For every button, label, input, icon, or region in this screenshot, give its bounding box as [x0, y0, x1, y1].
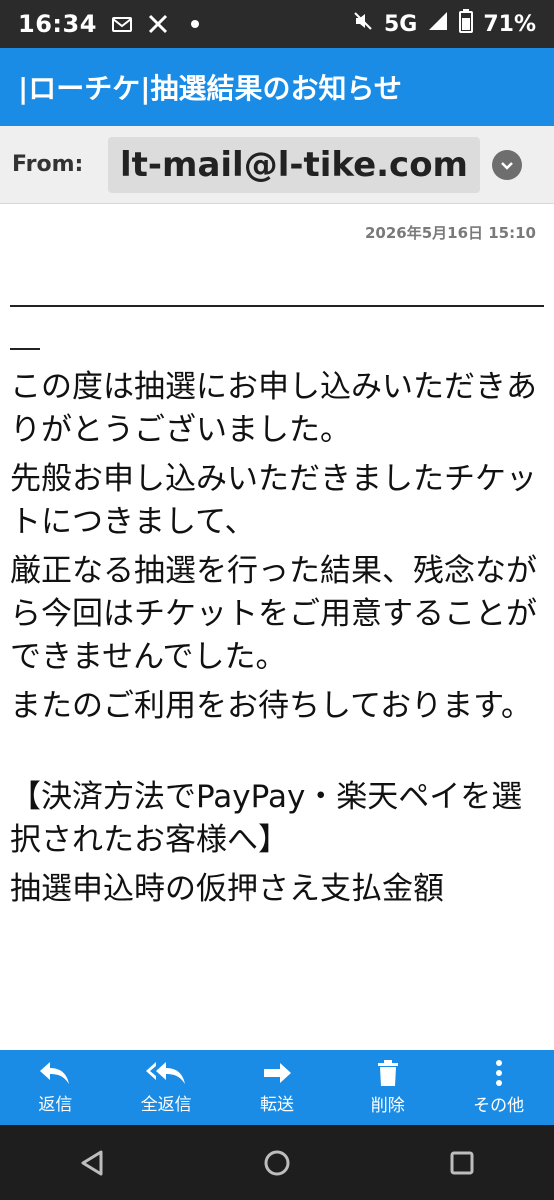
reply-all-button[interactable]: 全返信 [116, 1050, 216, 1125]
system-nav-bar [0, 1125, 554, 1200]
from-label: From: [12, 152, 84, 177]
sender-address[interactable]: lt-mail@l-tike.com [108, 136, 480, 193]
network-label: 5G [383, 11, 418, 37]
mail-subject: |ローチケ|抽選結果のお知らせ [18, 72, 402, 105]
back-triangle-icon [81, 1150, 103, 1175]
divider [10, 317, 544, 360]
mail-notification-icon [111, 13, 133, 35]
mail-action-bar: 返信 全返信 転送 削除 その他 [0, 1050, 554, 1125]
divider [10, 274, 544, 317]
body-paragraph: またのご利用をお待ちしております。 [10, 688, 533, 724]
status-time: 16:34 [18, 10, 97, 38]
more-button[interactable]: その他 [449, 1050, 549, 1125]
mail-body: この度は抽選にお申し込みいただきありがとうございました。 先般お申し込みいただき… [10, 274, 544, 917]
recents-button[interactable] [432, 1133, 492, 1193]
reply-label: 返信 [38, 1095, 73, 1115]
forward-button[interactable]: 転送 [227, 1050, 327, 1125]
mute-icon [352, 10, 374, 38]
battery-percent: 71% [483, 11, 536, 37]
reply-all-icon [146, 1062, 186, 1084]
notification-dot-icon [190, 20, 199, 28]
battery-icon [459, 9, 474, 39]
section-text: 抽選申込時の仮押さえ支払金額 [10, 871, 444, 907]
expand-header-button[interactable] [492, 150, 522, 180]
more-vertical-icon [495, 1060, 502, 1086]
from-row: From: lt-mail@l-tike.com [0, 126, 554, 204]
home-circle-icon [264, 1150, 290, 1175]
mail-subject-header: |ローチケ|抽選結果のお知らせ [0, 48, 554, 126]
signal-icon [427, 10, 449, 38]
home-button[interactable] [247, 1133, 307, 1193]
back-button[interactable] [62, 1133, 122, 1193]
status-bar: 16:34 5G 71% [0, 0, 554, 48]
section-title: 【決済方法でPayPay・楽天ペイを選択されたお客様へ】 [10, 779, 523, 858]
x-app-icon [147, 13, 169, 35]
delete-button[interactable]: 削除 [338, 1050, 438, 1125]
delete-label: 削除 [370, 1096, 405, 1116]
trash-icon [377, 1060, 398, 1086]
reply-icon [40, 1062, 70, 1084]
recents-square-icon [450, 1151, 474, 1174]
mail-date: 2026年5月16日 15:10 [364, 224, 536, 242]
reply-button[interactable]: 返信 [5, 1050, 105, 1125]
body-paragraph: この度は抽選にお申し込みいただきありがとうございました。 [10, 369, 537, 448]
forward-label: 転送 [259, 1095, 294, 1115]
body-paragraph: 先般お申し込みいただきましたチケットにつきまして、 [10, 461, 537, 540]
forward-icon [263, 1063, 291, 1083]
reply-all-label: 全返信 [140, 1095, 192, 1115]
more-label: その他 [473, 1096, 525, 1116]
body-paragraph: 厳正なる抽選を行った結果、残念ながら今回はチケットをご用意することができませんで… [10, 553, 537, 675]
chevron-down-icon [501, 162, 513, 170]
email-screen: 16:34 5G 71% |ローチケ|抽選結果のお知らせ From: lt-ma… [0, 0, 554, 1200]
